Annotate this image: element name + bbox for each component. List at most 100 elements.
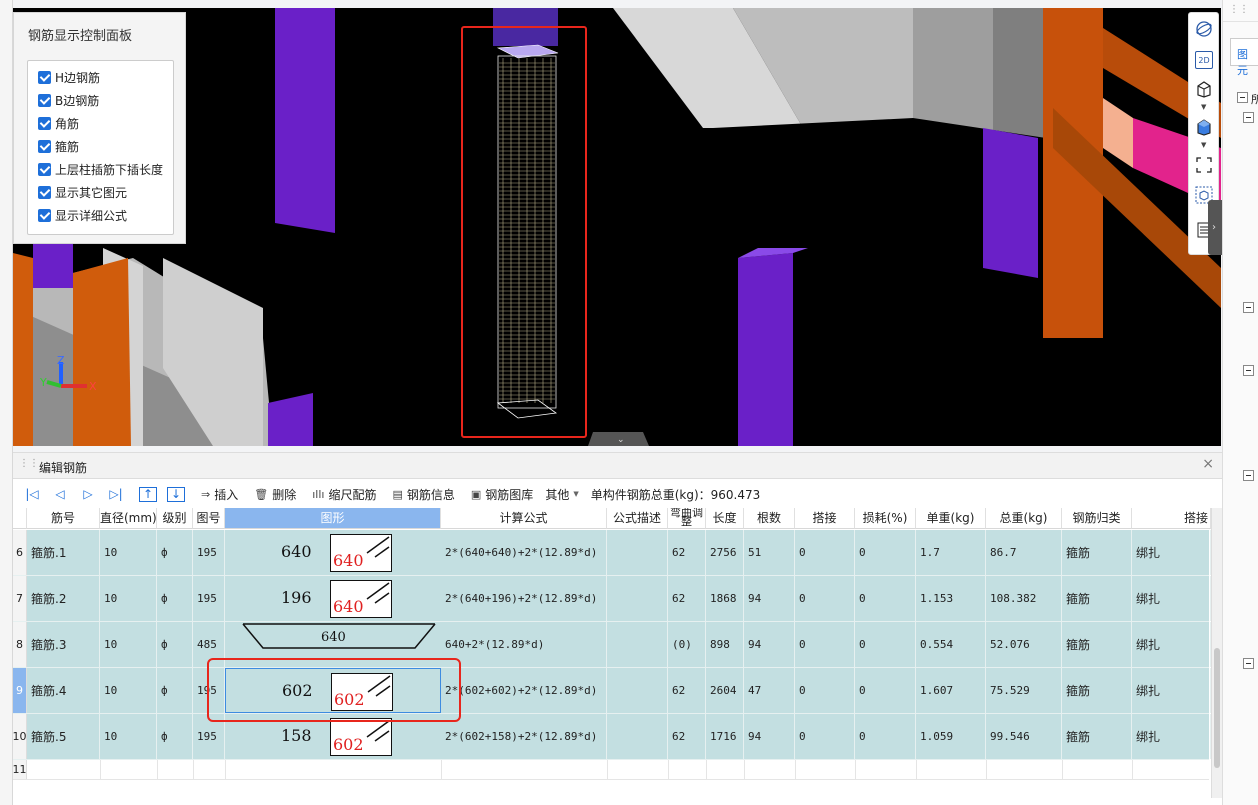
- cell-cat[interactable]: 箍筋: [1066, 530, 1132, 575]
- cell-unit[interactable]: 1.153: [920, 576, 986, 621]
- rebar-library-button[interactable]: ▣ 钢筋图库: [471, 486, 533, 503]
- cell-grade[interactable]: ф: [161, 668, 193, 713]
- option-upper-insert-length[interactable]: 上层柱插筋下插长度: [38, 159, 163, 179]
- row-number[interactable]: 8: [13, 622, 27, 667]
- table-row-empty[interactable]: 11: [13, 760, 1209, 780]
- cell-dia[interactable]: 10: [104, 668, 157, 713]
- cell-bend[interactable]: 62: [672, 576, 706, 621]
- 3d-scene[interactable]: ⌄: [13, 8, 1221, 446]
- cell-dia[interactable]: 10: [104, 622, 157, 667]
- row-number[interactable]: 6: [13, 530, 27, 575]
- cell-total[interactable]: 108.382: [990, 576, 1062, 621]
- last-icon[interactable]: ▷|: [107, 487, 125, 501]
- orbit-icon[interactable]: [1194, 19, 1214, 39]
- cell-total[interactable]: 52.076: [990, 622, 1062, 667]
- column-header[interactable]: 图号: [193, 508, 225, 529]
- cell-lap[interactable]: 0: [799, 714, 855, 759]
- cell-desc[interactable]: [611, 530, 668, 575]
- insert-button[interactable]: ⇒ 插入: [201, 486, 238, 503]
- cell-name[interactable]: 箍筋.4: [31, 668, 100, 713]
- column-header[interactable]: 总重(kg): [986, 508, 1062, 529]
- table-row[interactable]: 7 箍筋.2 10 ф 195 2*(640+196)+2*(12.89*d) 62 1868…: [13, 576, 1211, 622]
- previous-icon[interactable]: ◁: [51, 487, 69, 501]
- cell-len[interactable]: 2604: [710, 668, 744, 713]
- cell-count[interactable]: 47: [748, 668, 795, 713]
- option-h-rebar[interactable]: H边钢筋: [38, 67, 100, 87]
- chevron-down-icon[interactable]: ▼: [1201, 103, 1206, 111]
- column-header[interactable]: 弯曲调整: [668, 508, 706, 529]
- cell-desc[interactable]: [611, 576, 668, 621]
- cell-shape[interactable]: 640 640: [225, 530, 441, 575]
- cell-unit[interactable]: 0.554: [920, 622, 986, 667]
- cell-formula[interactable]: 2*(640+196)+2*(12.89*d): [445, 576, 607, 621]
- column-header[interactable]: 单重(kg): [916, 508, 986, 529]
- first-icon[interactable]: |◁: [23, 487, 41, 501]
- cell-formula[interactable]: 640+2*(12.89*d): [445, 622, 607, 667]
- cell-loss[interactable]: 0: [859, 576, 916, 621]
- cell-grade[interactable]: ф: [161, 530, 193, 575]
- cell-fig[interactable]: 195: [197, 530, 225, 575]
- next-icon[interactable]: ▷: [79, 487, 97, 501]
- select-region-icon[interactable]: [1194, 155, 1214, 175]
- option-show-detailed-formula[interactable]: 显示详细公式: [38, 205, 127, 225]
- cell-unit[interactable]: 1.7: [920, 530, 986, 575]
- checkbox-checked-icon[interactable]: [38, 208, 51, 222]
- cell-lapt[interactable]: 绑扎: [1136, 714, 1211, 759]
- cell-cat[interactable]: 箍筋: [1066, 622, 1132, 667]
- cell-lapt[interactable]: 绑扎: [1136, 576, 1211, 621]
- move-down-icon[interactable]: ↓: [167, 486, 185, 502]
- cell-loss[interactable]: 0: [859, 530, 916, 575]
- chevron-down-icon[interactable]: ▼: [1201, 141, 1206, 149]
- checkbox-checked-icon[interactable]: [38, 70, 51, 84]
- cell-bend[interactable]: 62: [672, 530, 706, 575]
- cell-grade[interactable]: ф: [161, 576, 193, 621]
- column-header[interactable]: 钢筋归类: [1062, 508, 1132, 529]
- row-number[interactable]: 10: [13, 714, 27, 759]
- expand-panel-handle[interactable]: ›: [1208, 200, 1222, 255]
- 2d-view-icon[interactable]: 2D: [1195, 51, 1213, 69]
- cell-grade[interactable]: ф: [161, 622, 193, 667]
- column-header[interactable]: 计算公式: [441, 508, 607, 529]
- cell-bend[interactable]: 62: [672, 668, 706, 713]
- checkbox-checked-icon[interactable]: [38, 139, 51, 153]
- collapse-icon[interactable]: [1243, 112, 1254, 123]
- table-row[interactable]: 8 箍筋.3 10 ф 485 640+2*(12.89*d) (0) 898 94 0 0 0.55…: [13, 622, 1211, 668]
- cell-total[interactable]: 75.529: [990, 668, 1062, 713]
- cell-cat[interactable]: 箍筋: [1066, 668, 1132, 713]
- cell-loss[interactable]: 0: [859, 668, 916, 713]
- cell-lap[interactable]: 0: [799, 576, 855, 621]
- column-header[interactable]: 搭接: [1132, 508, 1211, 529]
- checkbox-checked-icon[interactable]: [38, 185, 51, 199]
- cell-bend[interactable]: (0): [672, 622, 706, 667]
- cell-fig[interactable]: 195: [197, 576, 225, 621]
- scrollbar-thumb[interactable]: [1214, 648, 1220, 768]
- cell-count[interactable]: 51: [748, 530, 795, 575]
- option-corner-rebar[interactable]: 角筋: [38, 113, 79, 133]
- collapse-icon[interactable]: [1243, 470, 1254, 481]
- 3d-box-icon[interactable]: [1194, 79, 1214, 99]
- drag-handle-icon[interactable]: ⋮⋮: [19, 458, 39, 469]
- cell-len[interactable]: 898: [710, 622, 744, 667]
- cell-dia[interactable]: 10: [104, 530, 157, 575]
- option-stirrup[interactable]: 箍筋: [38, 136, 79, 156]
- tab-elements[interactable]: 图元: [1230, 38, 1258, 77]
- cell-loss[interactable]: 0: [859, 714, 916, 759]
- cell-name[interactable]: 箍筋.5: [31, 714, 100, 759]
- cell-cat[interactable]: 箍筋: [1066, 576, 1132, 621]
- 3d-viewport[interactable]: ⌄ Z Y X: [13, 8, 1221, 446]
- column-header[interactable]: 级别: [157, 508, 193, 529]
- cell-bend[interactable]: 62: [672, 714, 706, 759]
- column-header[interactable]: 搭接: [795, 508, 855, 529]
- collapse-icon[interactable]: [1243, 658, 1254, 669]
- cell-count[interactable]: 94: [748, 576, 795, 621]
- table-row[interactable]: 9 箍筋.4 10 ф 195 2*(602+602)+2*(12.89*d) 62 2604…: [13, 668, 1211, 714]
- cell-formula[interactable]: 2*(602+602)+2*(12.89*d): [445, 668, 607, 713]
- close-icon[interactable]: ×: [1202, 456, 1214, 472]
- cell-dia[interactable]: 10: [104, 714, 157, 759]
- cell-formula[interactable]: 2*(640+640)+2*(12.89*d): [445, 530, 607, 575]
- cell-unit[interactable]: 1.607: [920, 668, 986, 713]
- cell-lapt[interactable]: 绑扎: [1136, 668, 1211, 713]
- cell-shape[interactable]: 196 640: [225, 576, 441, 621]
- cell-len[interactable]: 1868: [710, 576, 744, 621]
- column-header[interactable]: 根数: [744, 508, 795, 529]
